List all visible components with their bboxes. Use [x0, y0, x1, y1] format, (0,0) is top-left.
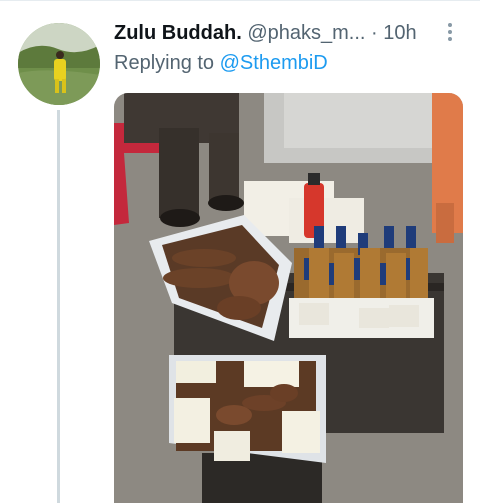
- avatar[interactable]: [18, 23, 100, 105]
- more-vertical-icon[interactable]: [442, 20, 458, 46]
- separator-dot: ·: [371, 22, 378, 44]
- mention-link[interactable]: @SthembiD: [220, 52, 328, 74]
- tweet-header: Zulu Buddah. @phaks_m... · 10h: [114, 21, 417, 45]
- avatar-photo: [18, 23, 100, 105]
- timestamp[interactable]: 10h: [383, 22, 416, 44]
- photo-food-table: [114, 93, 463, 503]
- display-name[interactable]: Zulu Buddah.: [114, 22, 242, 44]
- top-divider: [0, 0, 480, 1]
- replying-to-line: Replying to @SthembiD: [114, 51, 328, 75]
- tweet-photo[interactable]: [114, 93, 463, 503]
- user-handle[interactable]: @phaks_m...: [247, 22, 365, 44]
- thread-line: [57, 110, 60, 503]
- replying-prefix: Replying to: [114, 52, 215, 74]
